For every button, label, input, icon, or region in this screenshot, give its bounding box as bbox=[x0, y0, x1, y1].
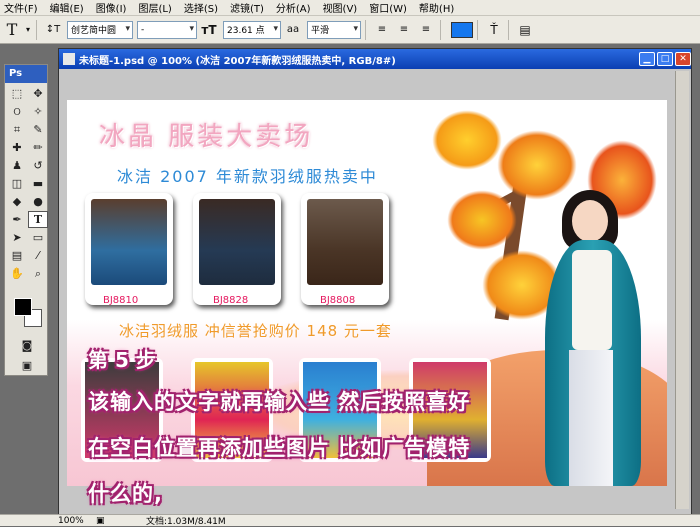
antialias-icon: aa bbox=[286, 24, 300, 35]
product-code: BJ8810 bbox=[103, 295, 139, 306]
antialias-select[interactable]: 平滑 bbox=[307, 20, 361, 39]
brush-tool-icon[interactable]: ✏ bbox=[28, 139, 48, 156]
foreground-color-swatch[interactable] bbox=[14, 298, 32, 316]
options-bar: T ▾ ↕T 创艺简中圆 - ᴛT 23.61 点 aa 平滑 ≡ ≡ ≡ Ť … bbox=[0, 16, 700, 44]
leaf-cluster-2 bbox=[497, 130, 577, 200]
document-title: 未标题-1.psd @ 100% (冰洁 2007年新款羽绒服热卖中, RGB/… bbox=[79, 55, 396, 67]
status-icon: ▣ bbox=[96, 515, 105, 526]
menu-analysis[interactable]: 分析(A) bbox=[276, 0, 311, 15]
close-button[interactable]: ✕ bbox=[675, 52, 691, 66]
toolbox: Ps ⬚ ✥ ଠ ✧ ⌗ ✎ ✚ ✏ ♟ ↺ ◫ ▬ ◆ ● ✒ T ➤ ▭ ▤… bbox=[4, 64, 48, 376]
overlay-line-2: 在空白位置再添加些图片 比如广告模特 bbox=[88, 436, 471, 460]
eraser-tool-icon[interactable]: ◫ bbox=[7, 175, 27, 192]
separator bbox=[440, 19, 441, 40]
menu-file[interactable]: 文件(F) bbox=[4, 0, 38, 15]
overlay-line-3: 什么的, bbox=[88, 482, 163, 506]
font-size-select[interactable]: 23.61 点 bbox=[223, 20, 281, 39]
minimize-button[interactable]: ▁ bbox=[639, 52, 655, 66]
leaf-cluster-1 bbox=[432, 110, 502, 170]
model-sweater bbox=[572, 250, 612, 350]
gradient-tool-icon[interactable]: ▬ bbox=[28, 175, 48, 192]
align-left-icon[interactable]: ≡ bbox=[372, 20, 392, 40]
type-tool-icon[interactable]: T bbox=[2, 20, 22, 40]
crop-tool-icon[interactable]: ⌗ bbox=[7, 121, 27, 138]
pen-tool-icon[interactable]: ✒ bbox=[7, 211, 27, 228]
align-right-icon[interactable]: ≡ bbox=[416, 20, 436, 40]
menu-image[interactable]: 图像(I) bbox=[96, 0, 127, 15]
overlay-line-1: 该输入的文字就再输入些 然后按照喜好 bbox=[88, 390, 471, 414]
menu-layer[interactable]: 图层(L) bbox=[138, 0, 171, 15]
separator bbox=[508, 19, 509, 40]
chevron-down-icon[interactable]: ▾ bbox=[24, 20, 32, 40]
text-color-swatch[interactable] bbox=[451, 21, 473, 38]
product-photo bbox=[307, 199, 383, 285]
dodge-tool-icon[interactable]: ● bbox=[28, 193, 48, 210]
product-photo bbox=[199, 199, 275, 285]
model-jeans bbox=[569, 350, 613, 486]
separator bbox=[36, 19, 37, 40]
lasso-tool-icon[interactable]: ଠ bbox=[7, 103, 27, 120]
menu-bar: 文件(F) 编辑(E) 图像(I) 图层(L) 选择(S) 滤镜(T) 分析(A… bbox=[0, 0, 700, 16]
product-card bbox=[85, 193, 173, 305]
font-style-select[interactable]: - bbox=[137, 20, 197, 39]
font-family-select[interactable]: 创艺简中圆 bbox=[67, 20, 133, 39]
zoom-tool-icon[interactable]: ⌕ bbox=[28, 265, 48, 282]
model-face bbox=[572, 200, 608, 242]
promo-text: 冰洁羽绒服 冲信誉抢购价 148 元一套 bbox=[119, 322, 392, 340]
product-code: BJ8828 bbox=[213, 295, 249, 306]
history-brush-tool-icon[interactable]: ↺ bbox=[28, 157, 48, 174]
magic-wand-tool-icon[interactable]: ✧ bbox=[28, 103, 48, 120]
menu-filter[interactable]: 滤镜(T) bbox=[230, 0, 264, 15]
eyedropper-icon[interactable]: ⁄ bbox=[28, 247, 48, 264]
product-photo bbox=[91, 199, 167, 285]
menu-window[interactable]: 窗口(W) bbox=[369, 0, 407, 15]
align-center-icon[interactable]: ≡ bbox=[394, 20, 414, 40]
menu-help[interactable]: 帮助(H) bbox=[419, 0, 454, 15]
warp-text-icon[interactable]: Ť bbox=[484, 20, 504, 40]
menu-edit[interactable]: 编辑(E) bbox=[50, 0, 84, 15]
scrollbar-vertical[interactable] bbox=[675, 71, 689, 509]
separator bbox=[365, 19, 366, 40]
blur-tool-icon[interactable]: ◆ bbox=[7, 193, 27, 210]
shape-tool-icon[interactable]: ▭ bbox=[28, 229, 48, 246]
path-selection-tool-icon[interactable]: ➤ bbox=[7, 229, 27, 246]
notes-tool-icon[interactable]: ▤ bbox=[7, 247, 27, 264]
menu-view[interactable]: 视图(V) bbox=[323, 0, 358, 15]
canvas[interactable]: 冰晶 服装大卖场 冰洁 2007 年新款羽绒服热卖中 BJ8810 BJ8828… bbox=[67, 100, 667, 486]
headline-text: 冰晶 服装大卖场 bbox=[99, 122, 314, 152]
overlay-step-text: 第 5 步 bbox=[88, 348, 156, 372]
move-tool-icon[interactable]: ✥ bbox=[28, 85, 48, 102]
marquee-tool-icon[interactable]: ⬚ bbox=[7, 85, 27, 102]
product-card bbox=[193, 193, 281, 305]
type-tool-icon[interactable]: T bbox=[28, 211, 48, 228]
menu-select[interactable]: 选择(S) bbox=[184, 0, 218, 15]
separator bbox=[477, 19, 478, 40]
font-size-icon: ᴛT bbox=[201, 22, 217, 37]
product-card bbox=[301, 193, 389, 305]
hand-tool-icon[interactable]: ✋ bbox=[7, 265, 27, 282]
doc-size-info[interactable]: 文档:1.03M/8.41M bbox=[146, 514, 226, 527]
zoom-level[interactable]: 100% bbox=[58, 516, 84, 526]
leaf-cluster-3 bbox=[447, 190, 517, 250]
document-icon bbox=[63, 53, 75, 65]
toolbox-logo: Ps bbox=[5, 65, 47, 83]
text-orientation-icon[interactable]: ↕T bbox=[43, 20, 63, 40]
stamp-tool-icon[interactable]: ♟ bbox=[7, 157, 27, 174]
subhead-text: 冰洁 2007 年新款羽绒服热卖中 bbox=[117, 167, 378, 186]
eyedropper-tool-icon[interactable]: ✎ bbox=[28, 121, 48, 138]
status-bar: 100% ▣ 文档:1.03M/8.41M bbox=[0, 514, 700, 527]
product-code: BJ8808 bbox=[320, 295, 356, 306]
maximize-button[interactable]: □ bbox=[657, 52, 673, 66]
palettes-icon[interactable]: ▤ bbox=[515, 20, 535, 40]
healing-tool-icon[interactable]: ✚ bbox=[7, 139, 27, 156]
quick-mask-icon[interactable]: ◙ bbox=[17, 337, 37, 354]
screen-mode-icon[interactable]: ▣ bbox=[17, 357, 37, 374]
document-title-bar[interactable]: 未标题-1.psd @ 100% (冰洁 2007年新款羽绒服热卖中, RGB/… bbox=[59, 49, 691, 69]
